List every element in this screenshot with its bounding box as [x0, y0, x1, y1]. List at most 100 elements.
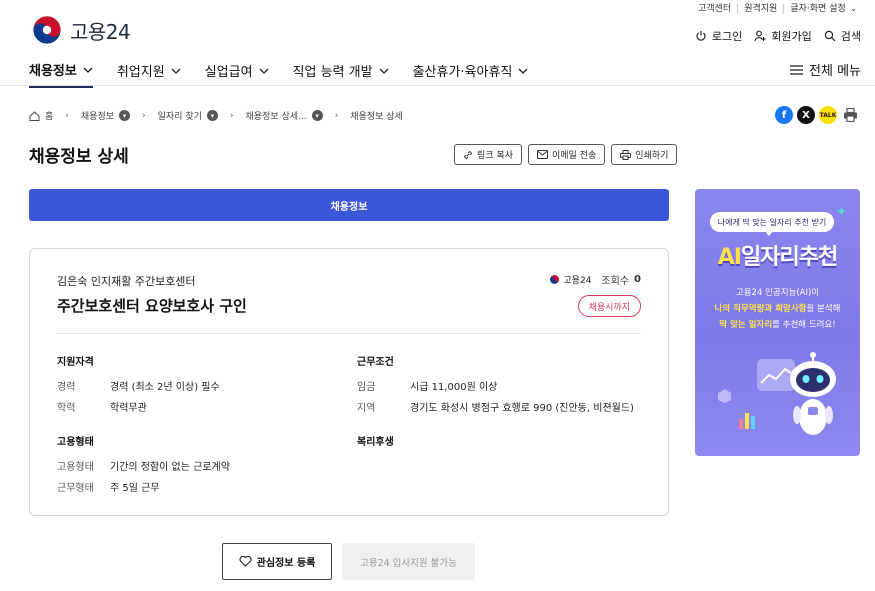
signup-link[interactable]: 회원가입: [754, 28, 812, 44]
nav-item-label: 취업지원: [116, 65, 165, 80]
chevron-down-icon: [518, 68, 528, 74]
breadcrumb-label: 채용정보 상세: [350, 112, 403, 122]
taegeuk-logo-icon: [550, 275, 560, 284]
job-meta: 고용24 조회수 0: [549, 272, 641, 287]
search-link[interactable]: 검색: [824, 28, 861, 44]
breadcrumb-home[interactable]: 홈: [29, 109, 53, 122]
ad-desc-text: 를 추천해 드려요!: [772, 320, 836, 330]
section-title: 복리후생: [357, 437, 394, 448]
power-icon: [696, 31, 706, 41]
search-icon: [824, 30, 836, 42]
share-buttons: f X TALK: [771, 106, 859, 124]
facebook-icon[interactable]: f: [775, 106, 793, 124]
nav-item-parental-leave[interactable]: 출산휴가·육아휴직: [413, 60, 529, 88]
util-display-settings[interactable]: 글자·화면 설정 ⌄: [784, 4, 857, 14]
ai-recommendation-banner[interactable]: 나에게 딱 맞는 일자리 추천 받기 ✦ AI일자리추천 고용24 인공지능(A…: [695, 189, 860, 456]
breadcrumb-label: 채용정보 상세...: [245, 112, 307, 122]
utility-bar: 고객센터 원격지원 글자·화면 설정 ⌄: [692, 4, 857, 14]
login-link[interactable]: 로그인: [695, 28, 742, 44]
all-menu-button[interactable]: 전체 메뉴: [790, 60, 861, 79]
all-menu-label: 전체 메뉴: [809, 64, 861, 79]
util-customer-center[interactable]: 고객센터: [692, 4, 739, 14]
interest-register-label: 관심정보 등록: [256, 558, 316, 569]
print-icon[interactable]: [841, 106, 859, 124]
print-label: 인쇄하기: [635, 151, 669, 161]
chevron-right-icon: ›: [65, 110, 69, 121]
info-row: 근무형태 주 5일 근무: [57, 482, 230, 495]
nav-item-label: 실업급여: [204, 65, 253, 80]
employment-type-section: 고용형태 고용형태 기간의 정함이 없는 근로계약 근무형태 주 5일 근무: [57, 433, 230, 503]
main-navigation: 채용정보 취업지원 실업급여 직업 능력 개발 출산휴가·육아휴직: [29, 60, 552, 88]
ad-desc-line: 고용24 인공지능(AI)이: [735, 288, 820, 298]
account-links: 로그인 회원가입 검색: [683, 28, 861, 44]
ad-description: 고용24 인공지능(AI)이 나의 직무역량과 희망사항을 분석해 딱 맞는 일…: [695, 285, 860, 333]
chevron-right-icon: ›: [142, 110, 146, 121]
ad-headline-ai: AI: [717, 245, 742, 270]
source-logo: 고용24: [549, 273, 591, 286]
logo-text: 고용24: [70, 19, 131, 44]
user-plus-icon: [754, 30, 766, 42]
ad-desc-highlight: 나의 직무역량과 희망사항: [714, 304, 807, 314]
row-key: 고용형태: [57, 462, 94, 473]
views-label: 조회수: [601, 276, 630, 287]
nav-item-job-info[interactable]: 채용정보: [29, 60, 93, 88]
nav-item-employment-support[interactable]: 취업지원: [117, 60, 181, 88]
tab-job-info[interactable]: 채용정보: [29, 189, 669, 221]
breadcrumb-label: 일자리 찾기: [157, 112, 202, 122]
info-row: 지역 경기도 화성시 병점구 효행로 990 (진안동, 비젼월드): [357, 402, 634, 415]
nav-item-label: 출산휴가·육아휴직: [412, 65, 513, 80]
x-twitter-icon[interactable]: X: [797, 106, 815, 124]
info-row: 고용형태 기간의 정함이 없는 근로계약: [57, 461, 230, 474]
deadline-badge: 채용시까지: [577, 295, 641, 317]
nav-item-unemployment-benefits[interactable]: 실업급여: [205, 60, 269, 88]
search-label: 검색: [840, 30, 861, 43]
robot-illustration-icon: [718, 352, 836, 435]
ad-pill: 나에게 딱 맞는 일자리 추천 받기: [710, 212, 834, 236]
conditions-section: 근무조건 임금 시급 11,000원 이상 지역 경기도 화성시 병점구 효행로 9…: [357, 353, 634, 423]
apply-disabled-button[interactable]: 고용24 입사지원 불가능: [342, 543, 475, 580]
hamburger-icon: [790, 64, 804, 75]
heart-icon: [239, 556, 252, 567]
breadcrumb-current: 채용정보 상세: [350, 109, 403, 122]
signup-label: 회원가입: [771, 30, 812, 43]
row-value: 학력무관: [110, 403, 147, 414]
row-key: 근무형태: [57, 483, 94, 494]
email-button[interactable]: 이메일 전송: [527, 144, 606, 165]
kakaotalk-icon[interactable]: TALK: [819, 106, 837, 124]
job-detail-card: 김은숙 인지재활 주간보호센터 주간보호센터 요양보호사 구인 고용24 조회수…: [29, 248, 669, 516]
ad-desc-highlight: 딱 맞는 일자리: [719, 320, 773, 330]
util-remote-support[interactable]: 원격지원: [738, 4, 785, 14]
chevron-right-icon: ›: [229, 110, 234, 121]
home-icon: [29, 110, 40, 121]
source-logo-text: 고용24: [563, 276, 592, 286]
interest-register-button[interactable]: 관심정보 등록: [222, 543, 332, 580]
dropdown-icon[interactable]: ▾: [311, 110, 323, 121]
breadcrumb-job-info[interactable]: 채용정보 ▾: [81, 109, 131, 122]
row-key: 임금: [357, 382, 376, 393]
chevron-down-icon: [83, 67, 93, 73]
nav-item-vocational-training[interactable]: 직업 능력 개발: [293, 60, 389, 88]
chevron-right-icon: ›: [334, 110, 339, 121]
nav-item-label: 직업 능력 개발: [292, 65, 373, 80]
breadcrumb-detail-parent[interactable]: 채용정보 상세... ▾: [246, 109, 323, 122]
ad-headline: AI일자리추천: [695, 239, 860, 271]
dropdown-icon[interactable]: ▾: [119, 110, 131, 121]
copy-link-button[interactable]: 링크 복사: [454, 144, 522, 165]
section-title: 지원자격: [57, 357, 94, 368]
row-key: 지역: [357, 403, 376, 414]
util-display-settings-label: 글자·화면 설정: [790, 4, 846, 14]
dropdown-icon[interactable]: ▾: [206, 110, 218, 121]
site-logo[interactable]: 고용24: [30, 13, 131, 47]
ad-desc-line: 딱 맞는 일자리를 추천해 드려요!: [695, 317, 860, 333]
login-label: 로그인: [711, 30, 743, 43]
page-tools: 링크 복사 이메일 전송 인쇄하기: [454, 144, 683, 165]
views-count: 0: [634, 274, 641, 285]
row-value: 경력 (최소 2년 이상) 필수: [110, 382, 220, 393]
email-label: 이메일 전송: [551, 151, 597, 161]
print-button[interactable]: 인쇄하기: [611, 144, 678, 165]
card-divider: [57, 333, 641, 334]
row-key: 경력: [57, 382, 76, 393]
header-divider: [0, 85, 875, 86]
breadcrumb-find-jobs[interactable]: 일자리 찾기 ▾: [158, 109, 218, 122]
ad-desc-text: 을 분석해: [806, 304, 841, 314]
